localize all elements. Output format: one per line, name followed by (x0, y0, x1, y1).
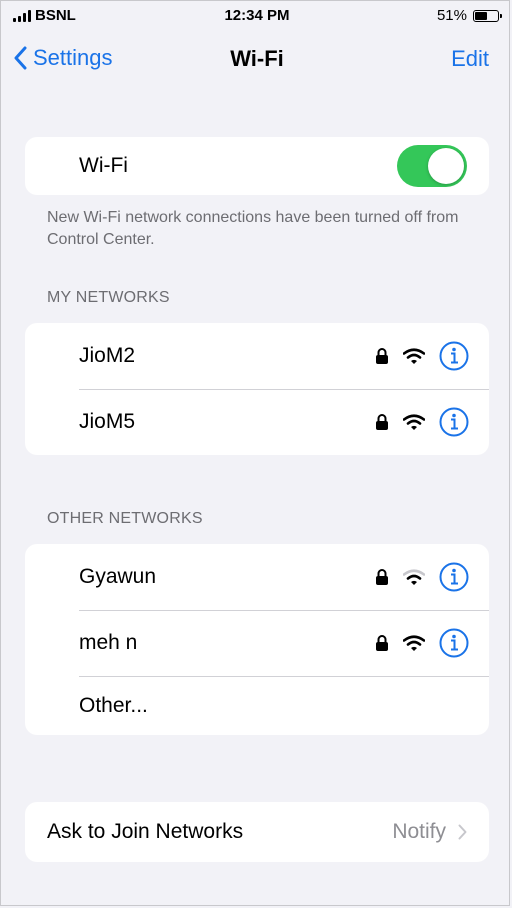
network-row[interactable]: JioM2 (25, 323, 489, 389)
wifi-icon (403, 414, 425, 430)
info-icon[interactable] (439, 341, 469, 371)
status-right: 51% (436, 7, 502, 24)
lock-icon (376, 414, 388, 430)
navigation-bar: Settings Wi-Fi Edit (1, 41, 512, 81)
wifi-toggle-row: Wi-Fi (25, 137, 489, 195)
info-icon[interactable] (439, 407, 469, 437)
lock-icon (376, 348, 388, 364)
wifi-toggle-label: Wi-Fi (79, 154, 128, 177)
lock-icon (376, 635, 388, 651)
other-network-row[interactable]: Other... (25, 676, 489, 735)
network-name: Gyawun (79, 565, 157, 588)
lock-icon (376, 569, 388, 585)
wifi-toggle-group: Wi-Fi (25, 137, 489, 195)
wifi-toggle-switch[interactable] (397, 145, 467, 187)
control-center-note: New Wi-Fi network connections have been … (47, 209, 459, 248)
other-network-label: Other... (79, 693, 148, 717)
status-time: 12:34 PM (224, 7, 290, 24)
network-name: JioM2 (79, 344, 136, 367)
my-networks-group: JioM2 JioM5 (25, 323, 489, 455)
battery-icon (473, 9, 502, 22)
screen: BSNL 12:34 PM 51% Settings Wi-Fi Edit Wi… (0, 0, 510, 906)
edit-button[interactable]: Edit (451, 46, 489, 72)
page-title: Wi-Fi (230, 46, 284, 71)
other-networks-header: OTHER NETWORKS (47, 510, 203, 527)
ask-to-join-label: Ask to Join Networks (47, 820, 244, 843)
network-name: meh n (79, 631, 138, 654)
network-row[interactable]: JioM5 (25, 389, 489, 455)
my-networks-header: MY NETWORKS (47, 289, 170, 306)
info-icon[interactable] (439, 562, 469, 592)
ask-to-join-row[interactable]: Ask to Join Networks Notify (25, 802, 489, 862)
chevron-right-icon (458, 824, 467, 840)
battery-fill (475, 11, 488, 20)
status-bar: BSNL 12:34 PM 51% (1, 7, 512, 29)
wifi-weak-icon (403, 569, 425, 585)
network-row[interactable]: meh n (25, 610, 489, 676)
toggle-knob (428, 148, 464, 184)
wifi-icon (403, 348, 425, 364)
wifi-icon (403, 635, 425, 651)
other-networks-group: Gyawun meh n Other... (25, 544, 489, 735)
ask-to-join-value: Notify (392, 820, 467, 844)
network-name: JioM5 (79, 410, 136, 433)
ask-to-join-value-text: Notify (392, 820, 446, 843)
network-row[interactable]: Gyawun (25, 544, 489, 610)
battery-percent: 51% (436, 7, 467, 24)
ask-to-join-group: Ask to Join Networks Notify (25, 802, 489, 862)
info-icon[interactable] (439, 628, 469, 658)
